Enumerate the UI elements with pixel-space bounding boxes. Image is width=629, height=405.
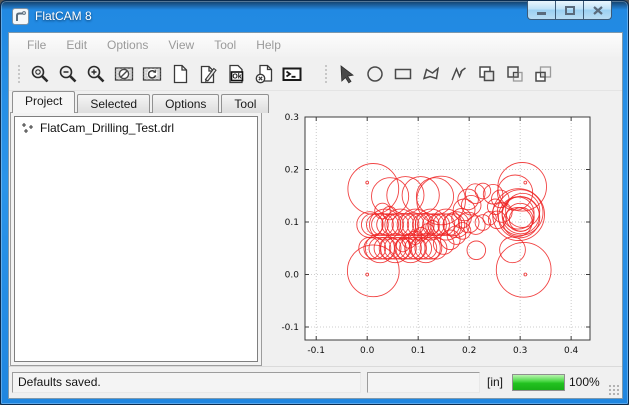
excellon-drill-icon [21,121,35,135]
polygon-tool-button[interactable] [417,60,445,88]
units-label: [in] [487,372,503,393]
window-title: FlatCAM 8 [35,9,92,23]
svg-text:0.2: 0.2 [462,346,476,356]
close-button[interactable] [583,1,612,20]
menu-file[interactable]: File [17,35,56,55]
select-icon [336,63,358,85]
tab-options[interactable]: Options [152,94,219,113]
clear-plot-button[interactable] [110,60,138,88]
zoom-out-button[interactable] [54,60,82,88]
zoom-fit-button[interactable] [26,60,54,88]
minimize-icon [537,12,546,15]
new-project-icon [169,63,191,85]
toolbar-grip[interactable] [17,63,22,85]
draw-path-icon [448,63,470,85]
svg-text:0.1: 0.1 [285,218,299,228]
project-panel: FlatCam_Drilling_Test.drl [10,112,262,366]
flatcam-logo-icon [12,8,29,25]
svg-text:0.2: 0.2 [285,165,299,175]
union-tool-button[interactable] [473,60,501,88]
svg-text:0.3: 0.3 [513,346,527,356]
plot-canvas[interactable]: -0.1 0.0 0.1 0.2 0.3 0.4 -0.1 0.0 0.1 0.2 0.3 [267,94,622,366]
tree-item-label: FlatCam_Drilling_Test.drl [40,121,174,135]
replot-button[interactable] [138,60,166,88]
select-tool-button[interactable] [333,60,361,88]
progress-bar [512,374,565,391]
menu-help[interactable]: Help [246,35,291,55]
svg-text:-0.1: -0.1 [281,323,299,333]
plot-area[interactable]: -0.1 0.0 0.1 0.2 0.3 0.4 -0.1 0.0 0.1 0.2 0.3 [267,94,622,366]
menu-edit[interactable]: Edit [56,35,97,55]
shell-icon [281,63,303,85]
save-project-button[interactable]: Ok [222,60,250,88]
delete-object-icon [253,63,275,85]
zoom-out-icon [57,63,79,85]
delete-object-button[interactable] [250,60,278,88]
menu-tool[interactable]: Tool [204,35,246,55]
open-project-icon [197,63,219,85]
tab-selected[interactable]: Selected [77,94,150,113]
maximize-button[interactable] [555,1,584,20]
client-area: File Edit Options View Tool Help [8,32,623,399]
svg-text:0.1: 0.1 [411,346,425,356]
tab-tool[interactable]: Tool [221,94,269,113]
union-icon [476,63,498,85]
svg-text:0.4: 0.4 [564,346,579,356]
open-project-button[interactable] [194,60,222,88]
tree-item-drill-file[interactable]: FlatCam_Drilling_Test.drl [15,117,257,139]
svg-text:-0.1: -0.1 [307,346,325,356]
status-message-field: Defaults saved. [12,372,361,393]
intersection-tool-button[interactable] [501,60,529,88]
minimize-button[interactable] [527,1,556,20]
path-tool-button[interactable] [445,60,473,88]
draw-polygon-icon [420,63,442,85]
new-project-button[interactable] [166,60,194,88]
menu-view[interactable]: View [158,35,204,55]
window-controls [528,1,612,20]
draw-rectangle-icon [392,63,414,85]
shell-button[interactable] [278,60,306,88]
status-secondary-field [367,372,480,393]
maximize-icon [565,6,575,15]
clear-plot-icon [113,63,135,85]
subtract-tool-button[interactable] [529,60,557,88]
svg-text:0.3: 0.3 [285,113,299,123]
flatcam-window: FlatCAM 8 File Edit Options View Tool He… [0,0,629,405]
progress-fill [513,375,564,390]
progress-percent-label: 100% [569,372,600,393]
circle-tool-button[interactable] [361,60,389,88]
tool-bar: Ok [9,57,622,91]
zoom-in-icon [85,63,107,85]
close-icon [593,6,603,15]
zoom-fit-icon [29,63,51,85]
menu-bar: File Edit Options View Tool Help [9,33,622,57]
rectangle-tool-button[interactable] [389,60,417,88]
tab-project[interactable]: Project [12,91,75,113]
svg-text:0.0: 0.0 [360,346,375,356]
replot-icon [141,63,163,85]
menu-options[interactable]: Options [97,35,158,55]
intersection-icon [504,63,526,85]
resize-grip[interactable] [608,384,619,395]
title-bar[interactable]: FlatCAM 8 [1,1,628,32]
subtract-icon [532,63,554,85]
svg-text:0.0: 0.0 [285,270,300,280]
project-tree[interactable]: FlatCam_Drilling_Test.drl [14,116,258,362]
toolbar-grip-2[interactable] [324,63,329,85]
draw-circle-icon [364,63,386,85]
save-project-icon: Ok [225,63,247,85]
svg-text:Ok: Ok [232,73,241,80]
left-panel-tabs: Project Selected Options Tool [12,91,271,113]
status-bar: Defaults saved. [in] 100% [9,366,622,398]
zoom-in-button[interactable] [82,60,110,88]
